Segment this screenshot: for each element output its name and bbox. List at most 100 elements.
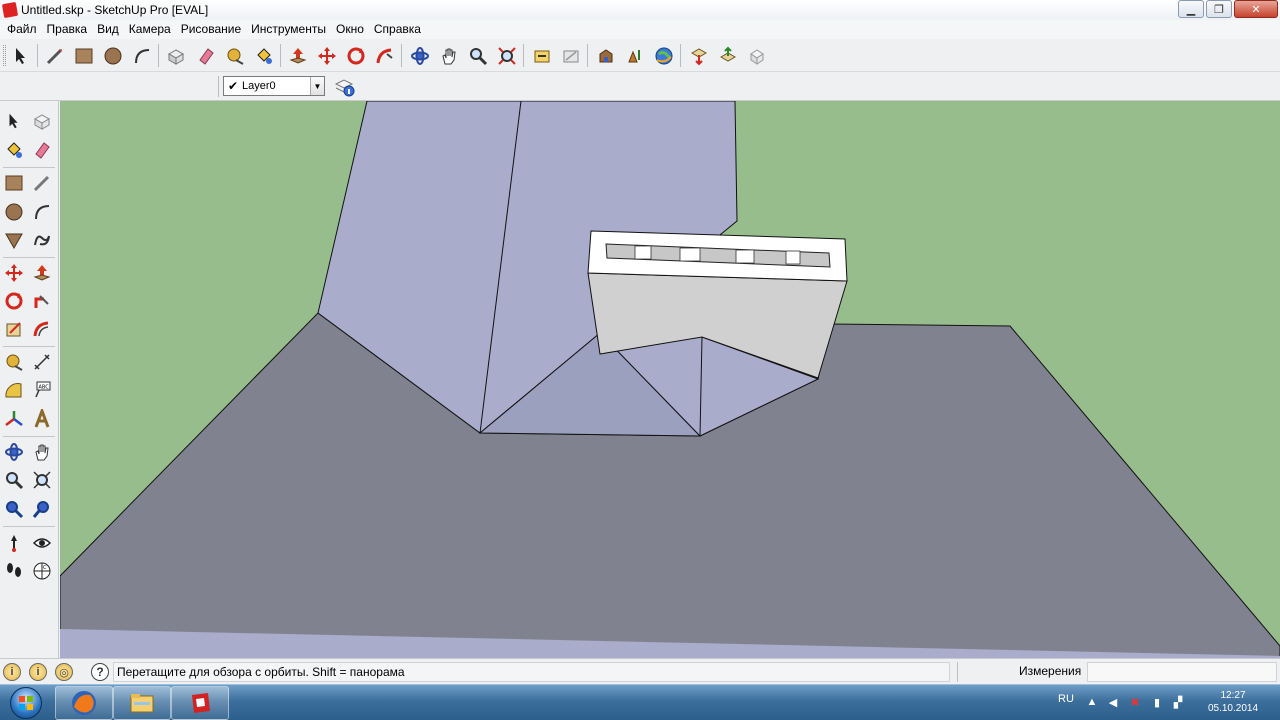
power-icon[interactable]: ▮ (1149, 694, 1165, 710)
orbit-icon[interactable] (407, 43, 432, 68)
language-indicator[interactable]: RU (1058, 693, 1074, 705)
rectangle-icon[interactable] (1, 170, 27, 196)
next-view-icon[interactable] (558, 43, 583, 68)
start-button[interactable] (2, 686, 50, 720)
look-around-icon[interactable] (29, 530, 55, 556)
paint-bucket-icon[interactable] (251, 43, 276, 68)
zoom-window-icon[interactable] (1, 496, 27, 522)
toolbar-separator (158, 44, 159, 67)
toolbar-separator (587, 44, 588, 67)
extension-icon[interactable] (744, 43, 769, 68)
explorer-task[interactable] (113, 686, 171, 720)
toolbar-separator (3, 346, 55, 347)
arc-icon[interactable] (29, 199, 55, 225)
eraser-icon[interactable] (29, 137, 55, 163)
windows-taskbar: RU ▲ ◀ ✖ ▮ ▞ 12:27 05.10.2014 (0, 684, 1280, 720)
offset-icon[interactable] (29, 316, 55, 342)
3d-text-icon[interactable] (29, 406, 55, 432)
section-plane-icon[interactable]: C (29, 558, 55, 584)
line-icon[interactable] (29, 170, 55, 196)
get-components-icon[interactable] (686, 43, 711, 68)
rectangle-icon[interactable] (71, 43, 96, 68)
get-models-icon[interactable] (593, 43, 618, 68)
zoom-icon[interactable] (1, 467, 27, 493)
move-icon[interactable] (1, 260, 27, 286)
credits-icon[interactable]: i (29, 663, 47, 681)
minimize-button[interactable]: ▁ (1178, 0, 1204, 18)
close-button[interactable]: ✕ (1234, 0, 1278, 18)
menu-draw[interactable]: Рисование (176, 20, 246, 39)
pan-icon[interactable] (29, 439, 55, 465)
menu-help[interactable]: Справка (369, 20, 426, 39)
share-model-icon[interactable] (622, 43, 647, 68)
arc-icon[interactable] (129, 43, 154, 68)
make-component-icon[interactable] (29, 108, 55, 134)
menu-window[interactable]: Окно (331, 20, 369, 39)
orbit-icon[interactable] (1, 439, 27, 465)
toolbar-grip[interactable] (3, 45, 6, 66)
tray-expand-icon[interactable]: ▲ (1084, 694, 1100, 710)
menu-view[interactable]: Вид (92, 20, 124, 39)
layer-dropdown[interactable]: ✔ Layer0 ▼ (223, 76, 325, 96)
google-earth-icon[interactable] (651, 43, 676, 68)
freehand-icon[interactable] (29, 227, 55, 253)
measurements-field[interactable] (1087, 662, 1277, 682)
sketchup-task[interactable] (171, 686, 229, 720)
sketchup-logo-icon (192, 693, 210, 713)
model-scene[interactable] (60, 101, 1280, 658)
select-icon[interactable] (8, 43, 33, 68)
polygon-icon[interactable] (1, 227, 27, 253)
protractor-icon[interactable] (1, 377, 27, 403)
follow-me-icon[interactable] (372, 43, 397, 68)
text-icon[interactable]: ABC (29, 377, 55, 403)
menu-tools[interactable]: Инструменты (246, 20, 331, 39)
system-clock[interactable]: 12:27 05.10.2014 (1198, 689, 1268, 715)
layer-manager-icon[interactable] (333, 74, 357, 98)
toolbar-separator (680, 44, 681, 67)
previous-icon[interactable] (29, 496, 55, 522)
restore-button[interactable]: ❐ (1206, 0, 1232, 18)
move-icon[interactable] (314, 43, 339, 68)
rotate-icon[interactable] (1, 288, 27, 314)
make-component-icon[interactable] (163, 43, 188, 68)
menu-edit[interactable]: Правка (42, 20, 93, 39)
position-camera-icon[interactable] (1, 530, 27, 556)
status-bar: i i ◎ ? Перетащите для обзора с орбиты. … (0, 658, 1280, 684)
push-pull-icon[interactable] (285, 43, 310, 68)
zoom-icon[interactable] (465, 43, 490, 68)
line-icon[interactable] (42, 43, 67, 68)
help-icon[interactable]: ? (91, 663, 109, 681)
volume-icon[interactable]: ◀ (1105, 694, 1121, 710)
follow-me-icon[interactable] (29, 288, 55, 314)
firefox-task[interactable] (55, 686, 113, 720)
tape-measure-icon[interactable] (1, 349, 27, 375)
eraser-icon[interactable] (193, 43, 218, 68)
menu-bar: Файл Правка Вид Камера Рисование Инструм… (0, 20, 1280, 39)
previous-view-icon[interactable] (529, 43, 554, 68)
paint-bucket-icon[interactable] (1, 137, 27, 163)
measurements-label: Измерения (1019, 664, 1082, 678)
tape-measure-icon[interactable] (222, 43, 247, 68)
select-icon[interactable] (1, 108, 27, 134)
signal-icon[interactable]: ▞ (1170, 694, 1186, 710)
pan-icon[interactable] (436, 43, 461, 68)
geo-location-icon[interactable]: i (3, 663, 21, 681)
layer-check-icon: ✔ (227, 79, 239, 93)
network-error-icon[interactable]: ✖ (1127, 694, 1143, 710)
dimension-icon[interactable] (29, 349, 55, 375)
scale-icon[interactable] (1, 316, 27, 342)
menu-camera[interactable]: Камера (124, 20, 176, 39)
zoom-extents-icon[interactable] (29, 467, 55, 493)
push-pull-icon[interactable] (29, 260, 55, 286)
zoom-extents-icon[interactable] (494, 43, 519, 68)
chevron-down-icon[interactable]: ▼ (310, 77, 324, 95)
share-component-icon[interactable] (715, 43, 740, 68)
signin-icon[interactable]: ◎ (55, 663, 73, 681)
3d-viewport[interactable] (60, 101, 1280, 658)
circle-icon[interactable] (100, 43, 125, 68)
menu-file[interactable]: Файл (2, 20, 42, 39)
axes-icon[interactable] (1, 406, 27, 432)
circle-icon[interactable] (1, 199, 27, 225)
rotate-icon[interactable] (343, 43, 368, 68)
walk-icon[interactable] (1, 558, 27, 584)
